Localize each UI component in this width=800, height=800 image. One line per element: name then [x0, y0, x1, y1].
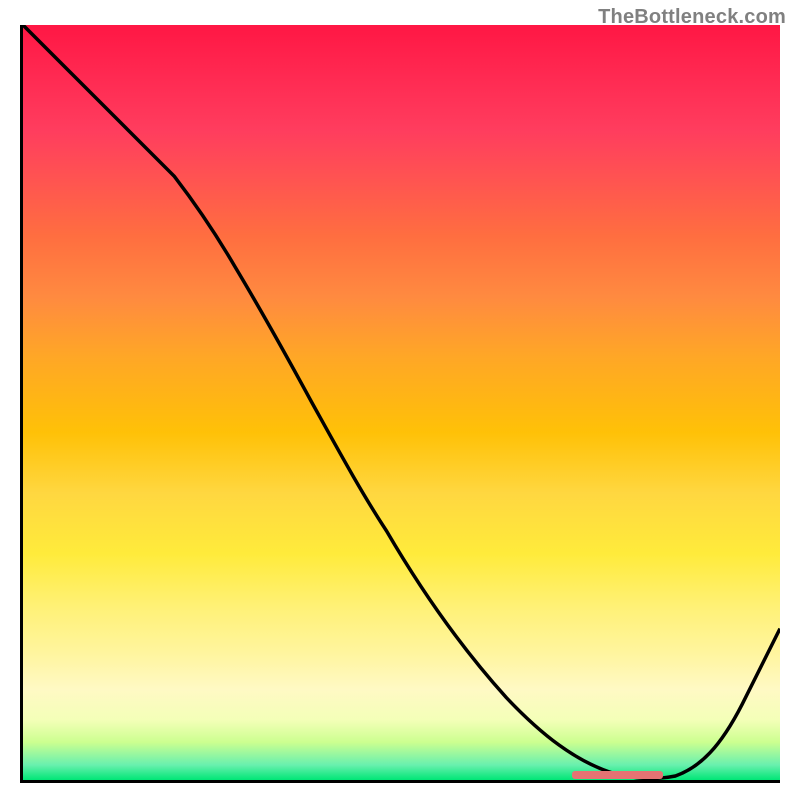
chart-container: TheBottleneck.com — [0, 0, 800, 800]
plot-area — [20, 25, 780, 783]
minimum-marker — [572, 771, 663, 779]
watermark-text: TheBottleneck.com — [598, 6, 786, 29]
curve-svg — [23, 25, 780, 780]
bottleneck-curve-path — [23, 25, 780, 778]
